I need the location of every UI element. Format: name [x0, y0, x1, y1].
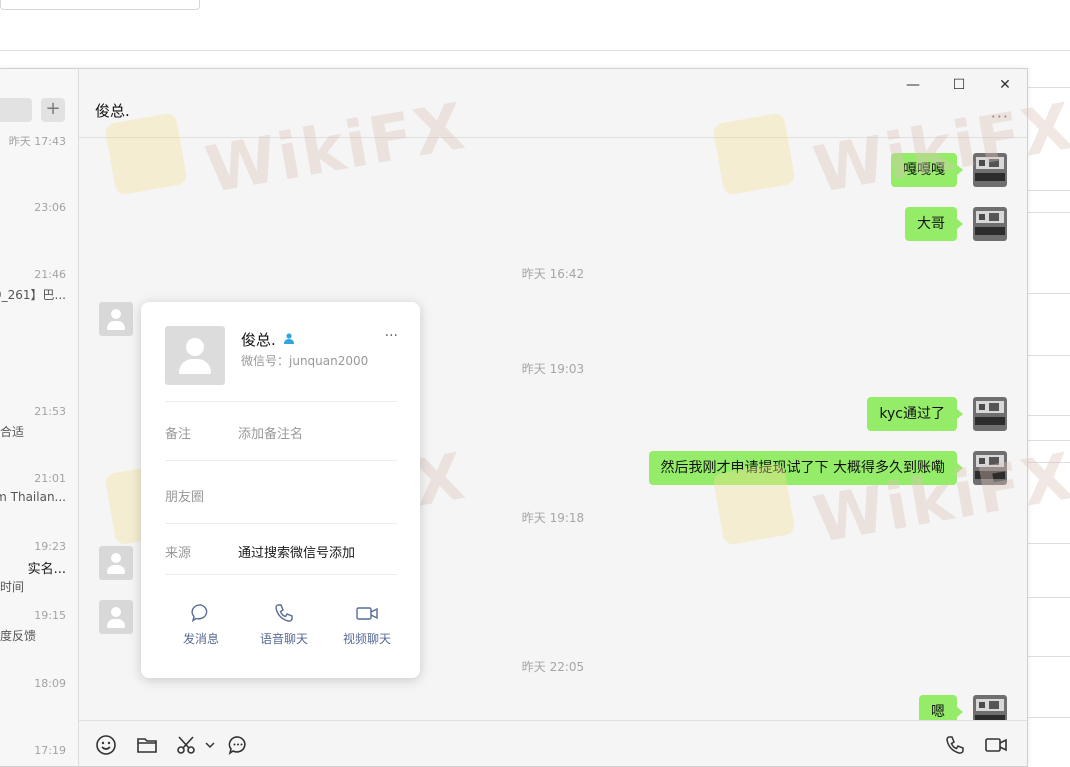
folder-icon[interactable] [136, 734, 160, 756]
session-item[interactable]: 21:01 m Thailan... [0, 472, 78, 512]
avatar[interactable] [165, 326, 225, 385]
session-time: 昨天 17:43 [8, 135, 66, 148]
session-item[interactable]: 21:46 9_261】巴... [0, 268, 78, 308]
message-bubble[interactable]: 然后我刚才申请提现试了下 大概得多久到账嘞 [648, 451, 964, 485]
phone-icon[interactable] [944, 734, 968, 756]
session-time: 21:01 [34, 472, 66, 485]
message-outgoing: 大哥 [607, 207, 1007, 243]
more-options-icon[interactable]: ··· [385, 328, 398, 344]
message-bubble[interactable]: 嘎嘎嘎 [891, 153, 963, 187]
send-message-label: 发消息 [182, 632, 219, 646]
avatar[interactable] [973, 207, 1007, 241]
avatar[interactable] [99, 546, 133, 580]
session-item[interactable]: 19:23 实名... 时间 [0, 540, 78, 594]
chat-header: 俊总. — ☐ ✕ ··· [79, 69, 1027, 138]
divider [165, 460, 397, 461]
phone-icon [275, 604, 293, 622]
scissors-icon[interactable] [176, 734, 200, 756]
session-time: 23:06 [34, 201, 66, 214]
session-preview: 9_261】巴... [0, 288, 66, 302]
more-options-icon[interactable]: ··· [991, 107, 1009, 126]
divider [165, 523, 397, 524]
source-label: 来源 [165, 546, 192, 561]
voice-call-button[interactable]: 语音聊天 [249, 602, 319, 647]
message-bubble[interactable]: kyc通过了 [867, 397, 963, 431]
session-time: 21:46 [34, 268, 66, 281]
session-preview: 合适 [0, 425, 25, 439]
video-icon[interactable] [984, 734, 1010, 756]
wechat-id: 微信号：junquan2000 [241, 354, 369, 368]
avatar[interactable] [99, 302, 133, 336]
session-time: 18:09 [34, 677, 66, 690]
divider [165, 574, 397, 575]
source-value: 通过搜索微信号添加 [238, 546, 356, 561]
session-preview: m Thailan... [0, 490, 66, 504]
session-item[interactable]: 19:15 度反馈 [0, 609, 78, 649]
minimize-button[interactable]: — [898, 75, 928, 95]
avatar[interactable] [973, 695, 1007, 720]
session-item[interactable]: 23:06 [0, 201, 78, 241]
background-top-bar [0, 0, 1070, 51]
send-message-button[interactable]: 发消息 [166, 602, 236, 647]
session-item[interactable]: 昨天 17:43 [0, 133, 78, 173]
add-button[interactable]: + [41, 98, 65, 122]
session-preview: 度反馈 [0, 629, 37, 643]
chat-history-icon[interactable] [227, 734, 251, 756]
close-button[interactable]: ✕ [990, 75, 1020, 95]
session-item[interactable]: 17:19 [0, 744, 78, 766]
session-list: + 昨天 17:43 23:06 21:46 9_261】巴... 21:53 … [0, 69, 79, 766]
session-time: 21:53 [34, 405, 66, 418]
session-time: 17:19 [34, 744, 66, 757]
message-timestamp: 昨天 16:42 [521, 267, 585, 281]
moments-label[interactable]: 朋友圈 [165, 486, 204, 505]
video-icon [356, 607, 378, 620]
avatar[interactable] [973, 397, 1007, 431]
emoji-icon[interactable] [95, 734, 119, 756]
search-input[interactable] [0, 98, 32, 122]
session-name: 实名... [27, 562, 66, 577]
message-outgoing: 嗯 [607, 695, 1007, 720]
input-toolbar [79, 720, 1027, 767]
message-icon [191, 604, 208, 623]
user-icon [283, 332, 295, 348]
session-item[interactable]: 21:53 合适 [0, 405, 78, 445]
message-outgoing: 然后我刚才申请提现试了下 大概得多久到账嘞 [607, 451, 1007, 487]
background-search-field[interactable] [0, 0, 200, 10]
profile-card: 俊总. 微信号：junquan2000 ··· 备注 添加备注名 朋友圈 来源 … [141, 302, 420, 678]
session-preview: 时间 [0, 580, 25, 594]
message-outgoing: 嘎嘎嘎 [607, 153, 1007, 189]
remark-input[interactable]: 添加备注名 [238, 423, 303, 442]
video-call-label: 视频聊天 [342, 632, 391, 646]
voice-call-label: 语音聊天 [259, 632, 308, 646]
message-outgoing: kyc通过了 [607, 397, 1007, 433]
session-item[interactable]: 18:09 [0, 677, 78, 717]
video-call-button[interactable]: 视频聊天 [332, 602, 402, 647]
divider [165, 401, 397, 402]
chat-title: 俊总. [95, 102, 130, 120]
avatar[interactable] [973, 153, 1007, 187]
session-time: 19:15 [34, 609, 66, 622]
maximize-button[interactable]: ☐ [944, 75, 974, 95]
message-bubble[interactable]: 嗯 [919, 695, 963, 720]
chevron-down-icon[interactable] [204, 734, 218, 756]
message-bubble[interactable]: 大哥 [905, 207, 963, 241]
profile-name: 俊总. [241, 331, 276, 349]
avatar[interactable] [99, 600, 133, 634]
avatar[interactable] [973, 451, 1007, 485]
remark-label: 备注 [165, 427, 192, 442]
session-time: 19:23 [34, 540, 66, 553]
